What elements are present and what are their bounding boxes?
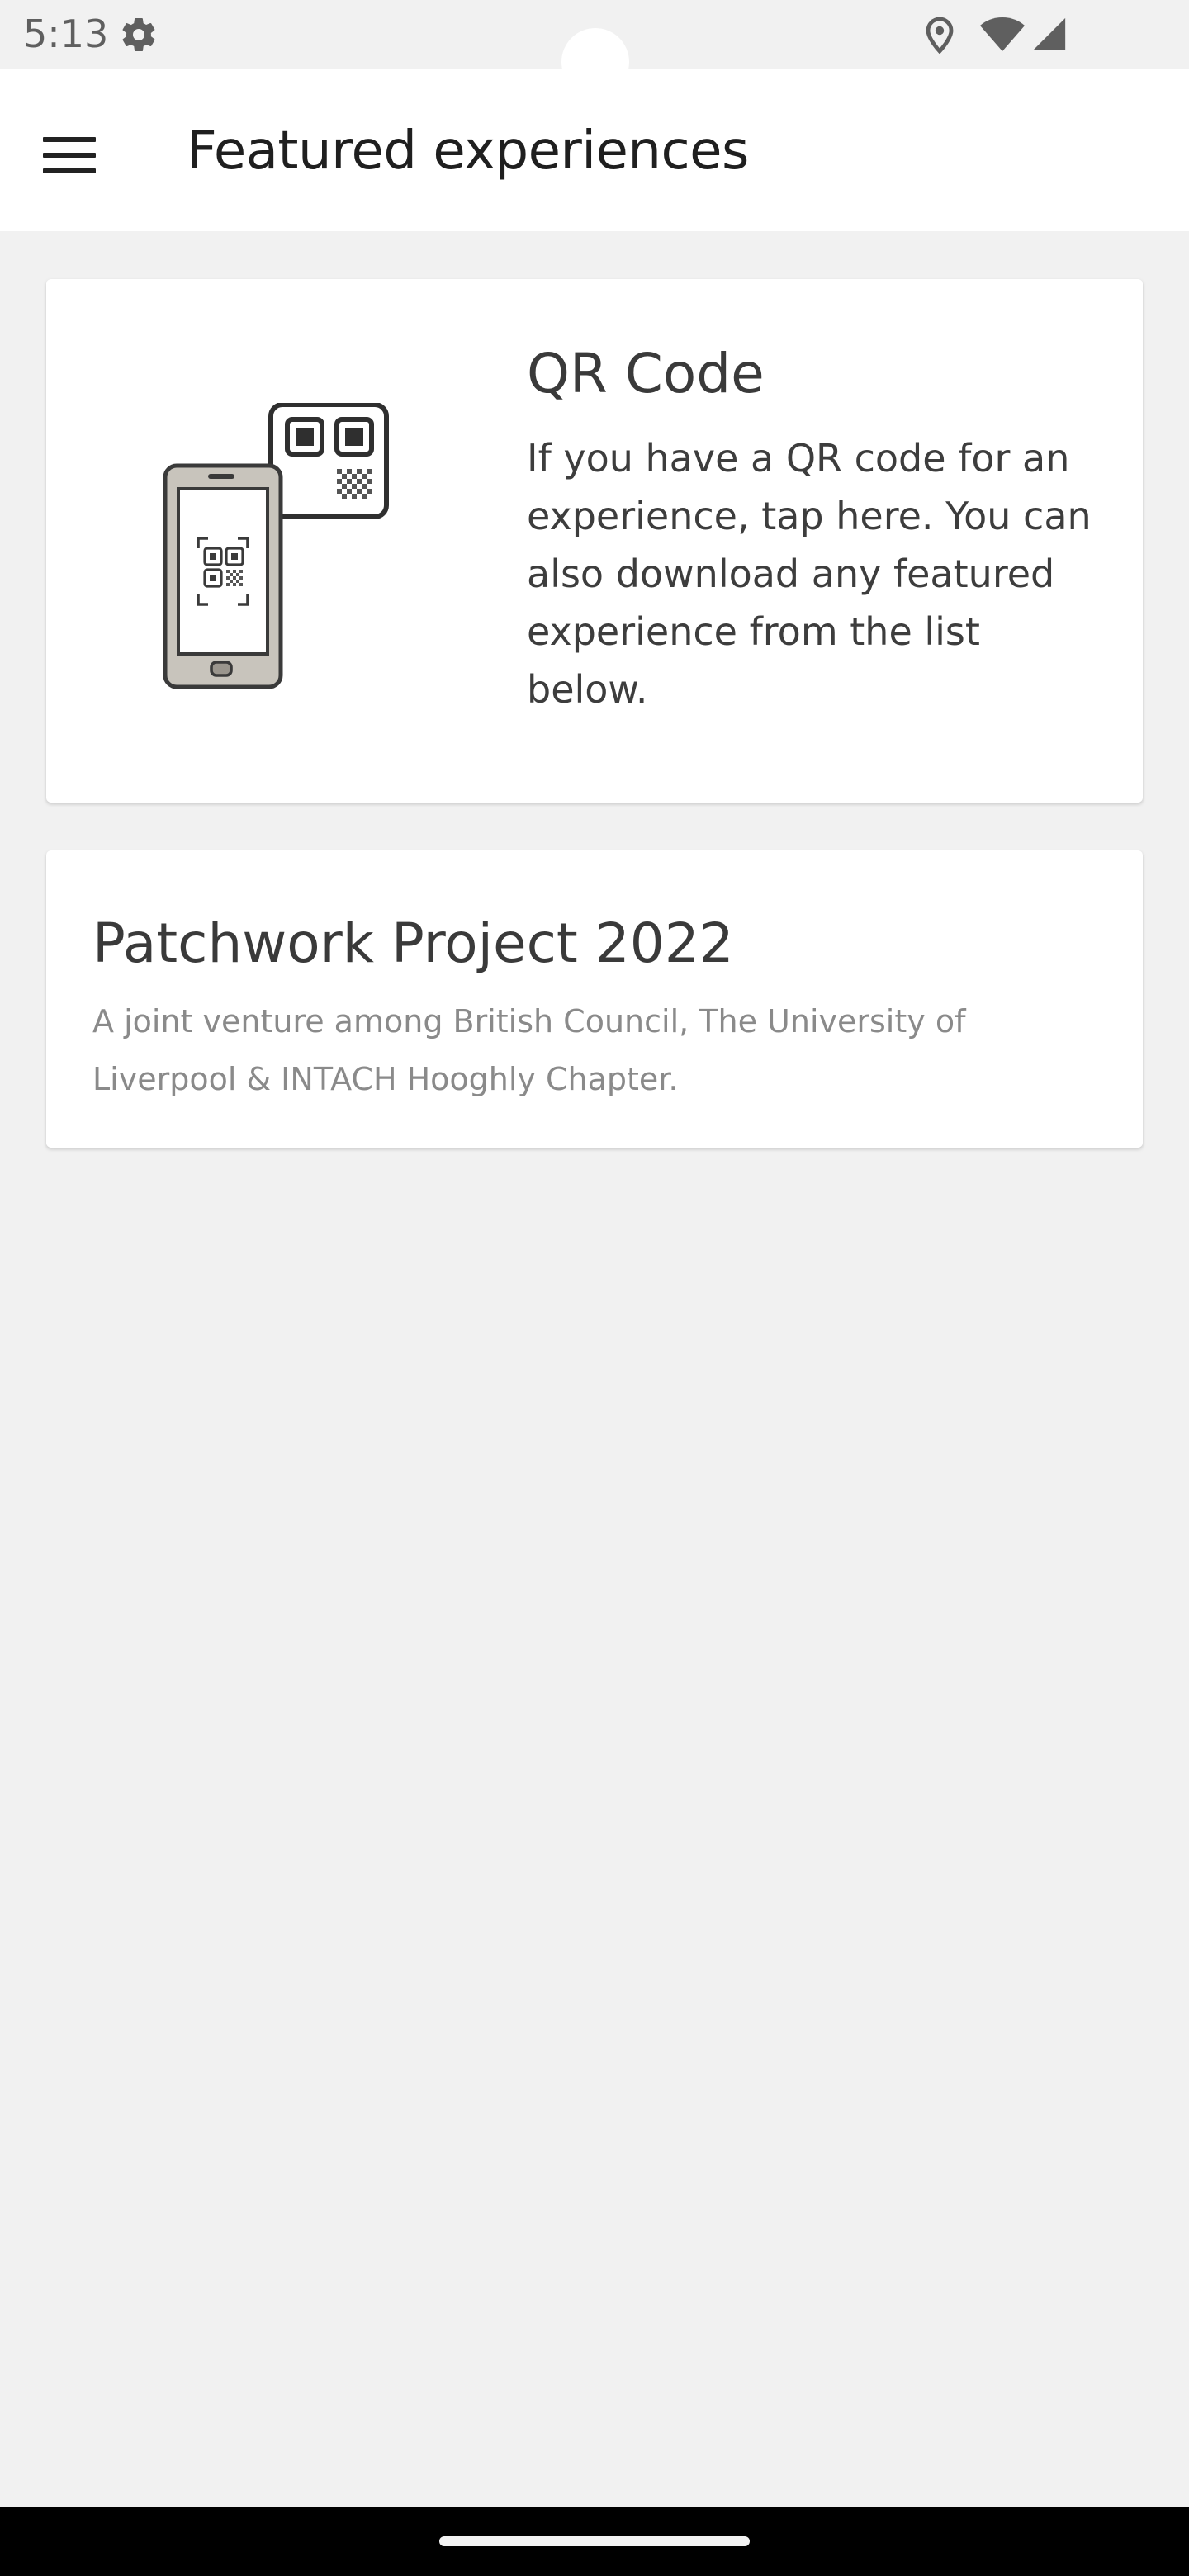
experience-card[interactable]: Patchwork Project 2022 A joint venture a… — [46, 850, 1143, 1148]
menu-button[interactable] — [30, 116, 109, 195]
app-bar: Featured experiences — [0, 69, 1189, 231]
menu-icon — [43, 137, 96, 173]
system-navigation-bar — [0, 2507, 1189, 2576]
page-title: Featured experiences — [187, 121, 749, 182]
location-icon — [926, 17, 954, 54]
status-time: 5:13 — [23, 12, 109, 56]
qr-card-description: If you have a QR code for an experience,… — [527, 436, 1092, 712]
home-indicator[interactable] — [439, 2536, 750, 2546]
experience-title: Patchwork Project 2022 — [92, 912, 734, 975]
phone-qr-scan-icon — [163, 403, 389, 689]
gear-icon — [122, 18, 155, 52]
qr-card-title: QR Code — [527, 342, 765, 405]
qr-code-card[interactable]: QR Code If you have a QR code for an exp… — [46, 279, 1143, 803]
experience-description: A joint venture among British Council, T… — [92, 1003, 966, 1097]
cell-signal-icon — [1033, 17, 1066, 50]
status-bar: 5:13 — [0, 0, 1189, 96]
wifi-icon — [980, 17, 1025, 51]
